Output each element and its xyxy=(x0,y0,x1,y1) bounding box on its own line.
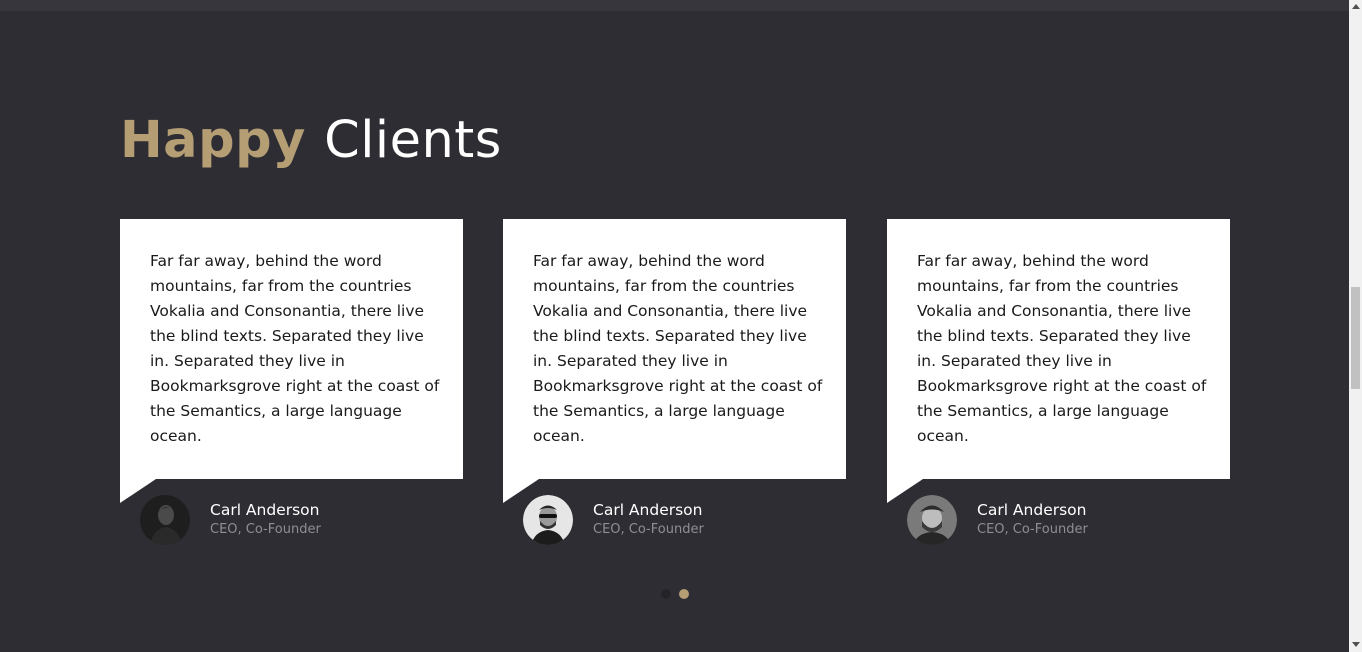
heading-accent-word: Happy xyxy=(120,111,306,170)
testimonial-card: Far far away, behind the word mountains,… xyxy=(503,219,846,503)
client-name: Carl Anderson xyxy=(593,501,703,519)
client-avatar xyxy=(140,495,190,545)
testimonial-quote: Far far away, behind the word mountains,… xyxy=(917,252,1207,445)
client-name: Carl Anderson xyxy=(210,501,320,519)
client-avatar xyxy=(523,495,573,545)
client-role: CEO, Co-Founder xyxy=(977,522,1088,537)
testimonial-quote: Far far away, behind the word mountains,… xyxy=(533,252,823,445)
scroll-up-icon[interactable] xyxy=(1352,4,1360,9)
page-scrollbar[interactable] xyxy=(1349,0,1362,652)
client-avatar xyxy=(907,495,957,545)
section-heading: Happy Clients xyxy=(120,110,502,172)
client-role: CEO, Co-Founder xyxy=(210,522,321,537)
carousel-dot-2[interactable] xyxy=(679,589,689,599)
testimonial-card: Far far away, behind the word mountains,… xyxy=(887,219,1230,503)
previous-section-edge xyxy=(0,0,1349,11)
testimonial-quote: Far far away, behind the word mountains,… xyxy=(150,252,440,445)
page: Happy Clients Far far away, behind the w… xyxy=(0,0,1362,652)
carousel-dot-1[interactable] xyxy=(661,589,671,599)
client-role: CEO, Co-Founder xyxy=(593,522,704,537)
testimonial-card: Far far away, behind the word mountains,… xyxy=(120,219,463,503)
scrollbar-thumb[interactable] xyxy=(1351,287,1360,389)
client-name: Carl Anderson xyxy=(977,501,1087,519)
carousel-pagination xyxy=(661,589,689,599)
heading-word: Clients xyxy=(324,111,502,170)
scroll-down-icon[interactable] xyxy=(1352,642,1360,647)
